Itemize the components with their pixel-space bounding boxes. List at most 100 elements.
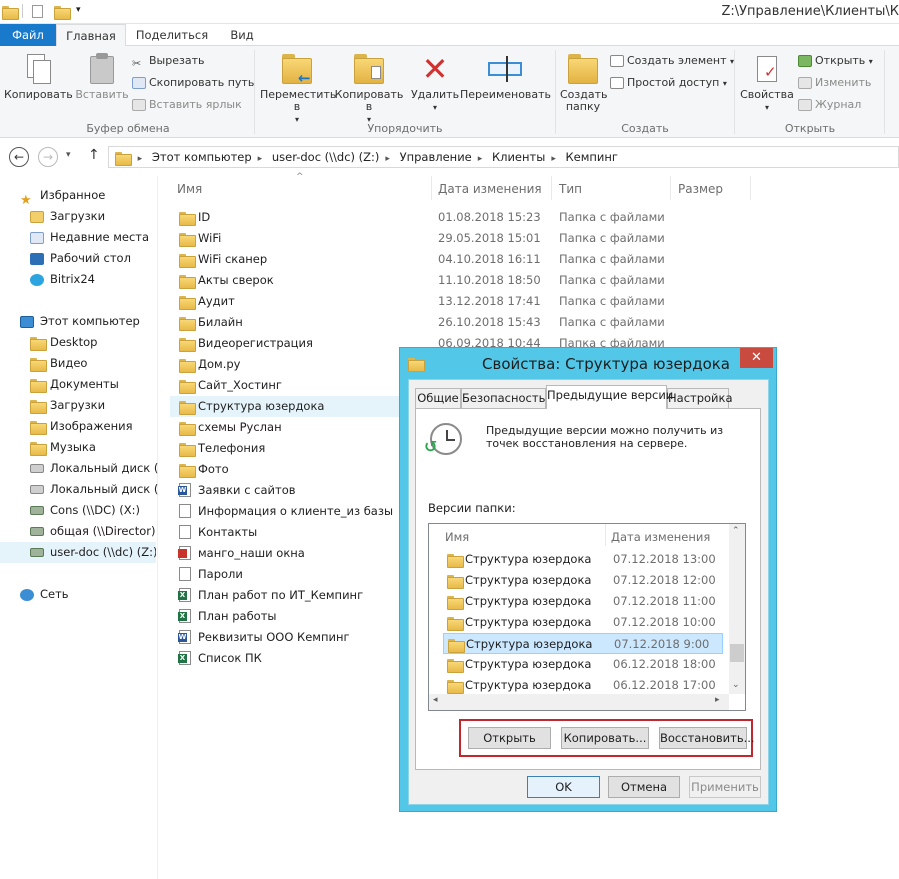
nav-favorite-item[interactable]: Недавние места <box>30 227 149 248</box>
tab-file[interactable]: Файл <box>0 24 56 46</box>
nav-pc-item[interactable]: Локальный диск (D <box>30 479 158 500</box>
file-row[interactable]: WiFi <box>170 228 400 249</box>
version-row[interactable]: Структура юзердока 06.12.2018 17:00 <box>443 675 723 696</box>
tab-general[interactable]: Общие <box>415 388 461 408</box>
version-row[interactable]: Структура юзердока 07.12.2018 13:00 <box>443 549 723 570</box>
column-divider[interactable] <box>670 176 671 200</box>
breadcrumb-item[interactable]: Клиенты <box>492 147 545 167</box>
file-row[interactable]: Дом.ру <box>170 354 400 375</box>
version-row[interactable]: Структура юзердока 07.12.2018 10:00 <box>443 612 723 633</box>
file-row[interactable]: схемы Руслан <box>170 417 400 438</box>
nav-pc-item-selected[interactable]: user-doc (\\dc) (Z:) <box>0 542 156 563</box>
scroll-left-icon[interactable]: ◂ <box>433 695 438 705</box>
version-row[interactable]: Структура юзердока 07.12.2018 11:00 <box>443 591 723 612</box>
column-date[interactable]: Дата изменения <box>438 182 542 196</box>
copy-path-button[interactable]: Скопировать путь <box>132 74 254 92</box>
nav-pc-item[interactable]: Desktop <box>30 332 97 353</box>
close-button[interactable]: ✕ <box>740 348 773 368</box>
properties-quick-icon[interactable] <box>32 4 48 18</box>
nav-pc-item[interactable]: общая (\\Director) ( <box>30 521 158 542</box>
nav-pc-item[interactable]: Изображения <box>30 416 133 437</box>
file-row[interactable]: Список ПК <box>170 648 400 669</box>
nav-favorites[interactable]: ★ Избранное <box>20 185 105 206</box>
file-row[interactable]: Пароли <box>170 564 400 585</box>
file-row[interactable]: Контакты <box>170 522 400 543</box>
nav-pc-item[interactable]: Видео <box>30 353 87 374</box>
back-icon[interactable]: ← <box>9 147 29 167</box>
cancel-button[interactable]: Отмена <box>608 776 680 798</box>
column-divider[interactable] <box>750 176 751 200</box>
file-row[interactable]: Видеорегистрация <box>170 333 400 354</box>
scroll-up-icon[interactable]: ⌃ <box>732 526 740 536</box>
nav-this-pc[interactable]: Этот компьютер <box>20 311 140 332</box>
up-icon[interactable]: ↑ <box>88 147 100 163</box>
scrollbar-thumb[interactable] <box>730 644 744 662</box>
column-name[interactable]: Имя <box>177 182 202 196</box>
nav-favorite-item[interactable]: Рабочий стол <box>30 248 131 269</box>
apply-button[interactable]: Применить <box>689 776 761 798</box>
vertical-scrollbar[interactable]: ⌃ ⌄ <box>729 524 745 694</box>
breadcrumb-item[interactable]: Кемпинг <box>566 147 618 167</box>
tab-customize[interactable]: Настройка <box>667 388 733 408</box>
tab-previous-versions[interactable]: Предыдущие версии <box>546 385 673 409</box>
history-button[interactable]: Журнал <box>798 96 861 114</box>
open-version-button[interactable]: Открыть <box>468 727 551 749</box>
forward-icon[interactable]: → <box>38 147 58 167</box>
copy-button[interactable]: Копировать <box>4 52 73 101</box>
file-row[interactable]: Заявки с сайтов <box>170 480 400 501</box>
file-row[interactable]: Акты сверок <box>170 270 400 291</box>
column-divider[interactable] <box>551 176 552 200</box>
versions-column-name[interactable]: Имя <box>445 530 469 544</box>
nav-pc-item[interactable]: Загрузки <box>30 395 105 416</box>
rename-button[interactable]: Переименовать <box>460 52 551 101</box>
scroll-down-icon[interactable]: ⌄ <box>732 680 740 690</box>
file-row[interactable]: манго_наши окна <box>170 543 400 564</box>
file-row[interactable]: План работ по ИТ_Кемпинг <box>170 585 400 606</box>
file-row[interactable]: Сайт_Хостинг <box>170 375 400 396</box>
breadcrumb-item[interactable]: Управление <box>400 147 472 167</box>
file-row[interactable]: Информация о клиенте_из базы <box>170 501 400 522</box>
copy-to-button[interactable]: Копировать в ▾ <box>334 52 404 126</box>
file-row[interactable]: План работы <box>170 606 400 627</box>
cut-button[interactable]: ✂ Вырезать <box>132 52 204 70</box>
file-row[interactable]: Фото <box>170 459 400 480</box>
breadcrumb-item[interactable]: user-doc (\\dc) (Z:) <box>272 147 380 167</box>
nav-network[interactable]: Сеть <box>20 584 69 605</box>
delete-button[interactable]: ✕ Удалить ▾ <box>410 52 460 114</box>
recent-locations-icon[interactable]: ▾ <box>66 150 71 160</box>
column-type[interactable]: Тип <box>559 182 582 196</box>
version-row[interactable]: Структура юзердока 06.12.2018 18:00 <box>443 654 723 675</box>
file-row[interactable]: Реквизиты ООО Кемпинг <box>170 627 400 648</box>
file-row[interactable]: Телефония <box>170 438 400 459</box>
properties-button[interactable]: ✓ Свойства ▾ <box>738 52 796 114</box>
paste-shortcut-button[interactable]: Вставить ярлык <box>132 96 242 114</box>
file-row[interactable]: WiFi сканер <box>170 249 400 270</box>
column-divider[interactable] <box>605 524 606 546</box>
versions-column-date[interactable]: Дата изменения <box>611 530 710 544</box>
copy-version-button[interactable]: Копировать... <box>561 727 649 749</box>
version-row[interactable]: Структура юзердока 07.12.2018 9:00 <box>443 633 723 654</box>
customize-quick-access-icon[interactable]: ▾ <box>76 5 92 19</box>
open-button[interactable]: Открыть ▾ <box>798 52 873 70</box>
nav-pc-item[interactable]: Локальный диск (C <box>30 458 158 479</box>
new-folder-button[interactable]: Создать папку <box>560 52 608 113</box>
tab-home[interactable]: Главная <box>56 24 126 47</box>
version-row[interactable]: Структура юзердока 07.12.2018 12:00 <box>443 570 723 591</box>
paste-button[interactable]: Вставить <box>74 52 130 101</box>
tab-share[interactable]: Поделиться <box>132 24 212 46</box>
restore-version-button[interactable]: Восстановить... <box>659 727 755 749</box>
nav-favorite-item[interactable]: Bitrix24 <box>30 269 95 290</box>
nav-pc-item[interactable]: Cons (\\DC) (X:) <box>30 500 158 521</box>
horizontal-scrollbar[interactable]: ◂ ▸ <box>429 694 729 710</box>
address-box[interactable]: ▸ Этот компьютер ▸ user-doc (\\dc) (Z:) ▸ … <box>108 146 899 168</box>
breadcrumb-item[interactable]: Этот компьютер <box>152 147 252 167</box>
column-divider[interactable] <box>431 176 432 200</box>
easy-access-button[interactable]: Простой доступ ▾ <box>610 74 727 92</box>
file-row[interactable]: ID <box>170 207 400 228</box>
tab-security[interactable]: Безопасность <box>461 388 546 408</box>
file-row[interactable]: Билайн <box>170 312 400 333</box>
versions-list[interactable]: Имя Дата изменения Структура юзердока 07.… <box>428 523 746 711</box>
new-item-button[interactable]: Создать элемент ▾ <box>610 52 734 70</box>
nav-pc-item[interactable]: Документы <box>30 374 119 395</box>
scroll-right-icon[interactable]: ▸ <box>715 695 720 705</box>
